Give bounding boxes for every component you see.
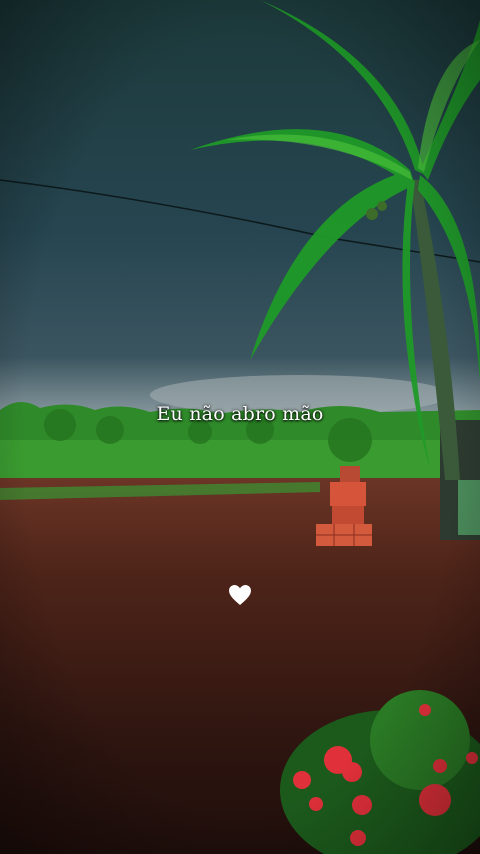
white-heart-icon: [229, 585, 251, 605]
video-caption: Eu não abro mão: [156, 403, 324, 425]
video-frame: Eu não abro mão: [0, 0, 480, 854]
landscape-scene: [0, 0, 480, 854]
